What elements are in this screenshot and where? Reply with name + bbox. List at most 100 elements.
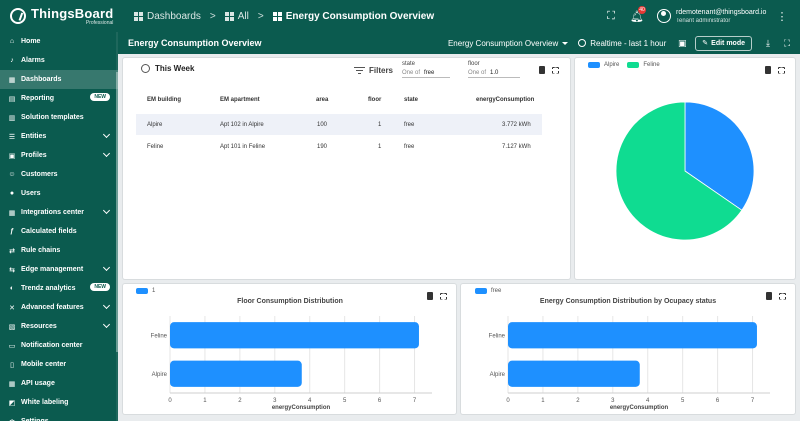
table-row[interactable] [136,136,542,157]
image-export-icon[interactable]: ▣ [676,37,688,49]
export-doc-icon[interactable] [426,292,433,300]
column-header[interactable]: floor [368,97,381,103]
breadcrumb-separator-icon: > [257,10,264,22]
sidebar-item-alarms[interactable]: ♪ Alarms [0,51,118,70]
fullscreen-icon[interactable]: ⛶ [781,37,793,49]
legend-label[interactable]: Alpire [604,62,619,68]
sidebar-item-settings[interactable]: ✲Settings [0,412,118,421]
floor-consumption-chart: Feline Alpire 0 1 2 3 4 5 6 7 energyConsumption [151,316,432,411]
sidebar-item-reporting[interactable]: ▤ Reporting NEW [0,89,118,108]
breadcrumb-dashboards[interactable]: Dashboards [134,11,201,22]
pie-legend: Alpire Feline [588,62,660,68]
avatar[interactable] [657,9,671,23]
pie-widget-actions [764,66,785,74]
sidebar-item-calculated-fields[interactable]: ƒ Calculated fields [0,222,118,241]
dashboard-state-select[interactable]: Energy Consumption Overview [448,39,569,48]
sidebar-item-label: White labeling [21,399,69,406]
notifications-button[interactable]: 🔔︎ 40 [627,6,647,26]
dashboard-icon [134,11,143,21]
column-header[interactable]: EM apartment [220,97,260,103]
bar-feline[interactable] [170,322,419,349]
new-badge: NEW [90,93,110,101]
sidebar-item-white-labeling[interactable]: ◩ White labeling [0,393,118,412]
caret-down-icon [562,41,569,45]
fullscreen-icon[interactable] [779,292,786,300]
x-tick-label: 2 [576,398,580,404]
bar1-widget-actions [426,292,447,300]
legend-label[interactable]: free [491,288,501,294]
sidebar-item-dashboards[interactable]: ▦ Dashboards [0,70,118,89]
sidebar-item-notification-center[interactable]: ▭ Notification center [0,336,118,355]
export-doc-icon[interactable] [538,66,545,74]
bar-alpire[interactable] [170,360,302,387]
legend-swatch [475,288,487,294]
sidebar-item-advanced-features[interactable]: ✕ Advanced features [0,298,118,317]
filters-button[interactable]: Filters [354,66,393,75]
sidebar-item-label: Reporting [21,95,55,102]
chart-title: Floor Consumption Distribution [237,298,343,305]
chevron-down-icon [102,263,111,272]
sidebar-item-mobile-center[interactable]: ▯ Mobile center [0,355,118,374]
fullscreen-icon[interactable] [778,66,785,74]
sidebar-item-home[interactable]: ⌂ Home [0,32,118,51]
fullscreen-button[interactable]: ⛶ [601,6,621,26]
bar2-widget-actions [765,292,786,300]
sidebar-item-api-usage[interactable]: ▦ API usage [0,374,118,393]
sidebar-item-solution-templates[interactable]: ▥ Solution templates [0,108,118,127]
export-doc-icon[interactable] [765,292,772,300]
download-icon[interactable]: ⤓ [762,37,774,49]
state-filter[interactable]: state One of free [402,61,450,78]
x-tick-label: 1 [541,398,545,404]
legend-label[interactable]: 1 [152,288,155,294]
user-info[interactable]: rdemotenant@thingsboard.io Tenant admini… [676,9,770,24]
sidebar-item-label: Trendz analytics [21,285,76,292]
floor-filter[interactable]: floor One of 1.0 [468,61,520,78]
sidebar-item-customers[interactable]: ☺ Customers [0,165,118,184]
sidebar-item-users[interactable]: ● Users [0,184,118,203]
logo[interactable]: ThingsBoard Professional [0,0,118,32]
edit-mode-button[interactable]: ✎ Edit mode [695,35,752,51]
sidebar-item-edge-management[interactable]: ⇆ Edge management [0,260,118,279]
table-cell: free [404,122,415,128]
fullscreen-icon[interactable] [552,66,559,74]
fullscreen-icon[interactable] [440,292,447,300]
bar1-legend: 1 [136,288,155,294]
occupancy-consumption-chart: Feline Alpire 0 1 2 3 4 5 6 7 energyConsumption [489,316,770,411]
sidebar-item-label: Customers [21,171,58,178]
breadcrumb-all[interactable]: All [224,11,249,22]
column-header[interactable]: EM building [147,97,181,103]
column-header[interactable]: energyConsumption [476,97,534,103]
table-widget [123,58,570,279]
x-tick-label: 3 [611,398,615,404]
sidebar-item-entities[interactable]: ☰ Entities [0,127,118,146]
dashboard-icon [272,11,282,21]
export-doc-icon[interactable] [764,66,771,74]
timewindow-button[interactable]: Realtime - last 1 hour [578,39,666,48]
column-header[interactable]: area [316,97,328,103]
x-tick-label: 5 [681,398,685,404]
sidebar-item-integrations-center[interactable]: ▦ Integrations center [0,203,118,222]
table-cell: Apt 101 in Feline [220,144,266,150]
sidebar-item-label: API usage [21,380,55,387]
function-icon: ƒ [10,228,14,235]
bar-feline[interactable] [508,322,757,349]
legend-label[interactable]: Feline [643,62,659,68]
sidebar-item-label: Entities [21,133,47,140]
api-icon: ▦ [8,380,16,388]
x-axis-label: energyConsumption [610,405,669,411]
sidebar-item-profiles[interactable]: ▣ Profiles [0,146,118,165]
template-icon: ▥ [8,114,16,122]
sidebar-item-trendz-analytics[interactable]: ◐ Trendz analytics NEW [0,279,118,298]
breadcrumb: Dashboards > All > Energy Consumption Ov… [134,0,434,32]
scrollbar-thumb[interactable] [116,72,118,352]
bar-alpire[interactable] [508,360,640,387]
more-menu-icon[interactable]: ⋮ [772,6,792,26]
sidebar-item-label: Advanced features [21,304,84,311]
x-tick-label: 2 [238,398,242,404]
sidebar-item-rule-chains[interactable]: ⇄ Rule chains [0,241,118,260]
sidebar-item-resources[interactable]: ▧ Resources [0,317,118,336]
legend-swatch [588,62,600,68]
sidebar-scrollbar[interactable] [116,32,118,421]
table-row[interactable] [136,114,542,135]
column-header[interactable]: state [404,97,418,103]
